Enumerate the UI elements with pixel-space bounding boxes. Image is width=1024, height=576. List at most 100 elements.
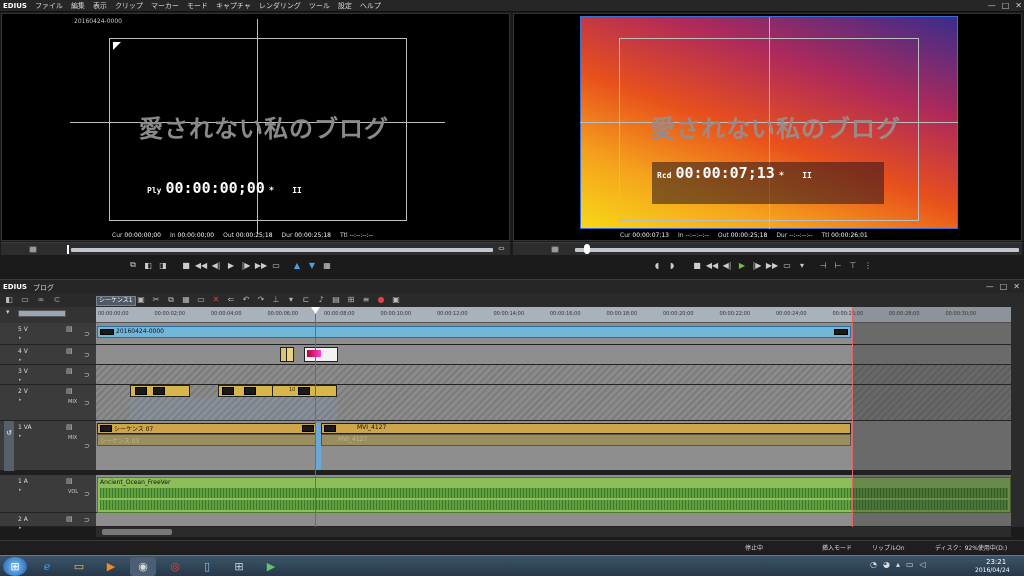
track-visibility-icon[interactable]: ▤ [66, 387, 73, 395]
track-expand-icon[interactable]: ▸ [19, 377, 22, 383]
app-icon[interactable]: ▶ [258, 557, 284, 576]
track-header-4[interactable]: 1 VA ▤ MIX ⊃ ▸ [0, 421, 96, 471]
mixer-icon[interactable]: ⊞ [344, 294, 358, 305]
track-header-6[interactable]: 2 A ▤ ⊃ ▸ [0, 513, 96, 531]
track-lock-icon[interactable]: ⊃ [84, 399, 90, 407]
hscroll-thumb[interactable] [102, 529, 172, 535]
clip-mvi-audio[interactable]: MVI_4127 [321, 434, 851, 446]
insert-icon[interactable]: ◧ [141, 259, 155, 271]
paste-icon[interactable]: ▦ [179, 294, 193, 305]
timeline-minimize-button[interactable]: — [986, 282, 994, 291]
step-forward-button[interactable]: |▶ [750, 259, 764, 271]
menu-icon[interactable]: ⋮ [861, 259, 875, 271]
timeline-maximize-button[interactable]: □ [1000, 282, 1008, 291]
track-lock-icon[interactable]: ⊃ [84, 442, 90, 450]
step-back-button[interactable]: ◀| [209, 259, 223, 271]
track-visibility-icon[interactable]: ▤ [66, 477, 73, 485]
play-button[interactable]: ▶ [224, 259, 238, 271]
track-header-3[interactable]: 2 V ▤ MIX ⊃ ▸ [0, 385, 96, 421]
menu-tools[interactable]: ツール [305, 1, 334, 11]
menu-settings[interactable]: 設定 [334, 1, 356, 11]
rewind-button[interactable]: ◀◀ [194, 259, 208, 271]
timeline-vscroll[interactable] [1011, 307, 1024, 527]
set-marker-icon[interactable]: ▾ [284, 294, 298, 305]
prev-edit-icon[interactable]: ⊣ [816, 259, 830, 271]
maximize-button[interactable]: □ [1002, 1, 1010, 10]
expand-icon[interactable]: ▾ [6, 308, 10, 316]
tab-sequence1[interactable]: シーケンス1 [96, 296, 136, 306]
chrome-icon[interactable]: ◎ [162, 557, 188, 576]
clock-time[interactable]: 23:21 [986, 558, 1006, 566]
track-header-5[interactable]: 1 A ▤ VOL ⊃ ▸ [0, 475, 96, 513]
sync-icon[interactable]: ∞ [34, 294, 48, 305]
tray-icon[interactable]: ◕ [883, 560, 890, 569]
status-ripple[interactable]: リップルOn [872, 543, 905, 552]
timeline-hscroll[interactable] [96, 527, 1011, 537]
play-button[interactable]: ▶ [735, 259, 749, 271]
track-expand-icon[interactable]: ▸ [19, 487, 22, 493]
track-expand-icon[interactable]: ▸ [19, 397, 22, 403]
close-button[interactable]: ✕ [1015, 1, 1022, 10]
ie-icon[interactable]: ℯ [34, 557, 60, 576]
overwrite-icon[interactable]: ◨ [156, 259, 170, 271]
menu-edit[interactable]: 編集 [67, 1, 89, 11]
delete-icon[interactable]: ✕ [209, 294, 223, 305]
track-visibility-icon[interactable]: ▤ [66, 325, 73, 333]
cut-point-icon[interactable]: ⊤ [846, 259, 860, 271]
loop-button[interactable]: ▭ [780, 259, 794, 271]
media-player-icon[interactable]: ▶ [98, 557, 124, 576]
menu-clip[interactable]: クリップ [111, 1, 147, 11]
stop-button[interactable]: ■ [179, 259, 193, 271]
rewind-button[interactable]: ◀◀ [705, 259, 719, 271]
network-icon[interactable]: ⊞ [226, 557, 252, 576]
clip-seq-audio[interactable]: シーケンス 03 [97, 434, 317, 446]
record-icon[interactable]: ● [374, 294, 388, 305]
clock-date[interactable]: 2016/04/24 [975, 567, 1010, 574]
menu-mode[interactable]: モード [183, 1, 212, 11]
volume-icon[interactable]: ◁ [920, 560, 926, 569]
redo-icon[interactable]: ↷ [254, 294, 268, 305]
snap-icon[interactable]: ⊏ [299, 294, 313, 305]
source-channel-icon[interactable]: ↺ [4, 421, 14, 471]
track-expand-icon[interactable]: ▸ [19, 357, 22, 363]
track-visibility-icon[interactable]: ▤ [66, 423, 73, 431]
zoom-slider[interactable] [18, 310, 66, 317]
mode-icon[interactable]: ◧ [2, 294, 16, 305]
ripple-icon[interactable]: ⊂ [50, 294, 64, 305]
recorder-scrub-bar[interactable] [513, 242, 1022, 255]
cut-icon[interactable]: ✂ [149, 294, 163, 305]
recorder-playhead[interactable] [584, 244, 590, 254]
player-playhead[interactable] [67, 245, 69, 254]
player-scrub-bar[interactable]: ⇔ [1, 242, 510, 255]
loop-button[interactable]: ▭ [269, 259, 283, 271]
tray-icon[interactable]: ▴ [896, 560, 900, 569]
copy-icon[interactable]: ⧉ [164, 294, 178, 305]
track-header-2[interactable]: 3 V ▤ ⊃ ▸ [0, 365, 96, 385]
add-cut-icon[interactable]: ⊥ [269, 294, 283, 305]
menu-view[interactable]: 表示 [89, 1, 111, 11]
minimize-button[interactable]: — [988, 1, 996, 10]
clip-4v-b[interactable] [286, 347, 294, 362]
stop-button[interactable]: ■ [690, 259, 704, 271]
track-visibility-icon[interactable]: ▤ [66, 347, 73, 355]
set-in-icon[interactable]: ◖ [650, 259, 664, 271]
track-header-1[interactable]: 4 V ▤ ⊃ ▸ [0, 345, 96, 365]
explorer-icon[interactable]: ▭ [66, 557, 92, 576]
next-edit-icon[interactable]: ⊢ [831, 259, 845, 271]
track-lock-icon[interactable]: ⊃ [84, 516, 90, 524]
track-lock-icon[interactable]: ⊃ [84, 490, 90, 498]
step-back-button[interactable]: ◀| [720, 259, 734, 271]
clip-mvi-4127[interactable]: MVI_4127 [321, 423, 851, 434]
step-forward-button[interactable]: |▶ [239, 259, 253, 271]
render-icon[interactable]: ▤ [329, 294, 343, 305]
set-in-icon[interactable]: ⧉ [126, 259, 140, 271]
export-icon[interactable]: ▣ [389, 294, 403, 305]
menu-help[interactable]: ヘルプ [356, 1, 385, 11]
menu-render[interactable]: レンダリング [255, 1, 305, 11]
track-lock-icon[interactable]: ⊃ [84, 351, 90, 359]
edius-taskbar-icon[interactable]: ◉ [130, 557, 156, 576]
track-expand-icon[interactable]: ▸ [19, 335, 22, 341]
track-header-0[interactable]: 5 V ▤ ⊃ ▸ [0, 323, 96, 345]
player-monitor[interactable]: 20160424-0000 愛されない私のブログ Ply 00:00:00;00… [1, 13, 510, 241]
dual-icon[interactable]: ▭ [18, 294, 32, 305]
